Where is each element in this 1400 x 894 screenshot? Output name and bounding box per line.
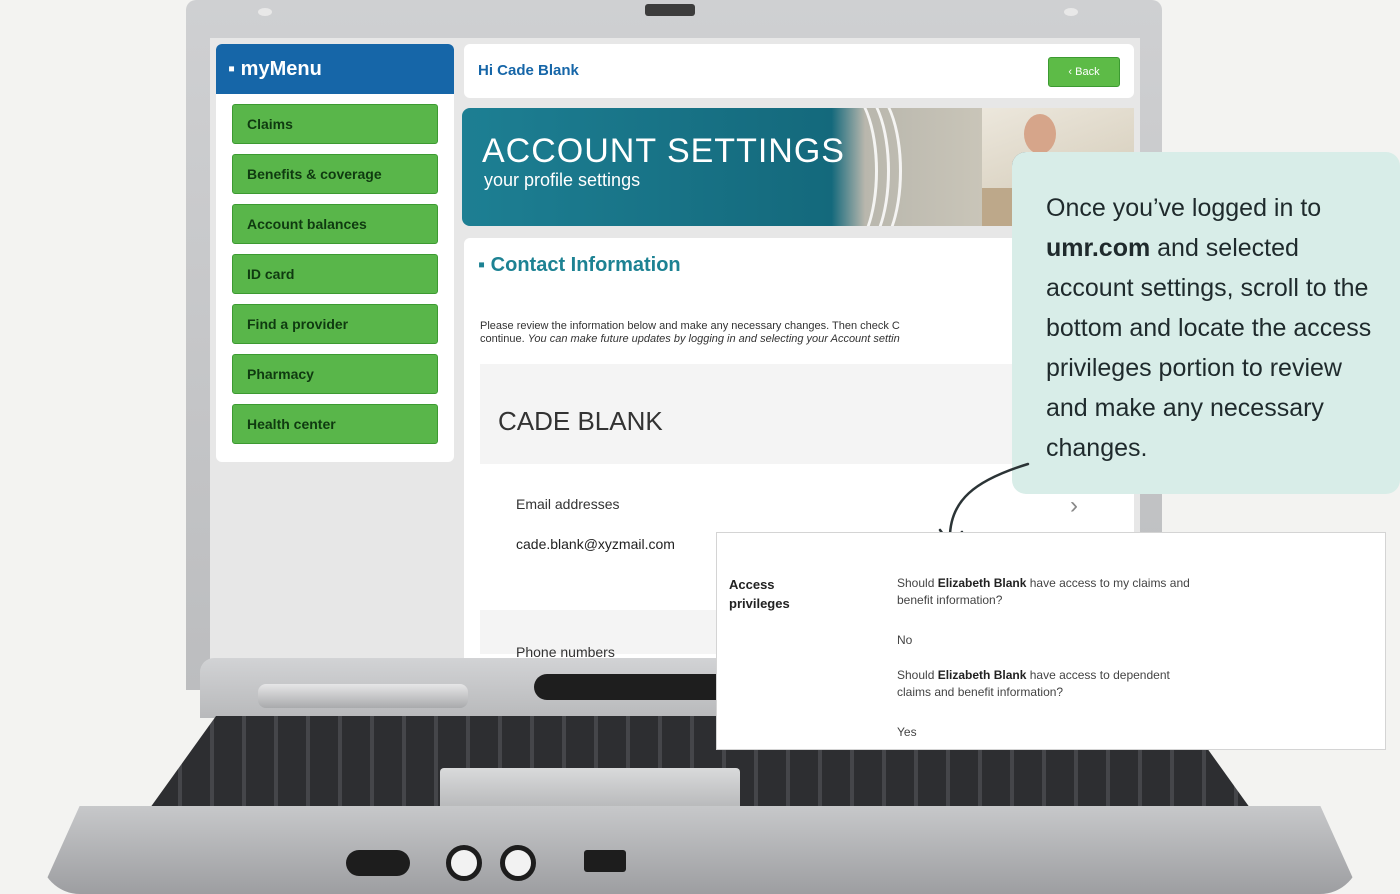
question-1-name: Elizabeth Blank [937,576,1027,590]
photo-person-head [1024,114,1056,154]
question-1: Should Elizabeth Blank have access to my… [897,575,1197,609]
lid-screw [1064,8,1078,16]
email-label: Email addresses [516,496,620,512]
side-menu: ▪ myMenu Claims Benefits & coverage Acco… [216,44,454,462]
section-title-text: Contact Information [490,254,681,276]
question-2-name: Elizabeth Blank [937,668,1027,682]
description-line-2: continue. [480,333,528,345]
back-label: Back [1075,66,1100,78]
answer-2[interactable]: Yes [897,725,917,739]
menu-item-account-balances[interactable]: Account balances [232,204,438,244]
question-1-before: Should [897,576,938,590]
chevron-right-icon[interactable]: › [1070,492,1078,520]
question-2: Should Elizabeth Blank have access to de… [897,667,1197,701]
menu-item-id-card[interactable]: ID card [232,254,438,294]
menu-header[interactable]: ▪ myMenu [216,44,454,94]
access-privileges-label: Access privileges [729,577,790,611]
headphone-jack-icon [446,845,482,881]
banner-title: ACCOUNT SETTINGS [482,132,845,170]
speaker-grille [534,674,734,700]
menu-title: myMenu [240,58,322,80]
lid-screw [258,8,272,16]
description-line-1: Please review the information below and … [480,320,900,332]
section-title[interactable]: ▪ Contact Information [478,254,681,277]
access-privileges-panel: Access privileges Should Elizabeth Blank… [716,532,1386,750]
question-2-before: Should [897,668,938,682]
profile-name: CADE BLANK [498,406,663,436]
instruction-callout: Once you’ve logged in to umr.com and sel… [1012,152,1400,494]
lid-latch [645,4,695,16]
description-line-2-italic: You can make future updates by logging i… [527,333,900,345]
callout-text: Once you’ve logged in to umr.com and sel… [1046,188,1382,468]
menu-item-find-provider[interactable]: Find a provider [232,304,438,344]
email-value: cade.blank@xyzmail.com [516,536,675,552]
section-description: Please review the information below and … [480,320,1040,346]
answer-1[interactable]: No [897,633,912,647]
top-bar: Hi Cade Blank ‹ Back [464,44,1134,98]
usb-port-icon [584,850,626,872]
back-button[interactable]: ‹ Back [1048,57,1120,87]
menu-item-benefits[interactable]: Benefits & coverage [232,154,438,194]
callout-text-bold: umr.com [1046,234,1151,262]
laptop-front [40,806,1360,894]
callout-text-after: and selected account settings, scroll to… [1046,234,1372,462]
greeting: Hi Cade Blank [478,62,579,79]
laptop-hinge [258,684,468,708]
menu-item-pharmacy[interactable]: Pharmacy [232,354,438,394]
banner-subtitle: your profile settings [484,170,641,190]
menu-item-health-center[interactable]: Health center [232,404,438,444]
menu-item-claims[interactable]: Claims [232,104,438,144]
power-button-icon [346,850,410,876]
mic-jack-icon [500,845,536,881]
banner-arc [836,108,902,226]
callout-text-before: Once you’ve logged in to [1046,194,1322,222]
